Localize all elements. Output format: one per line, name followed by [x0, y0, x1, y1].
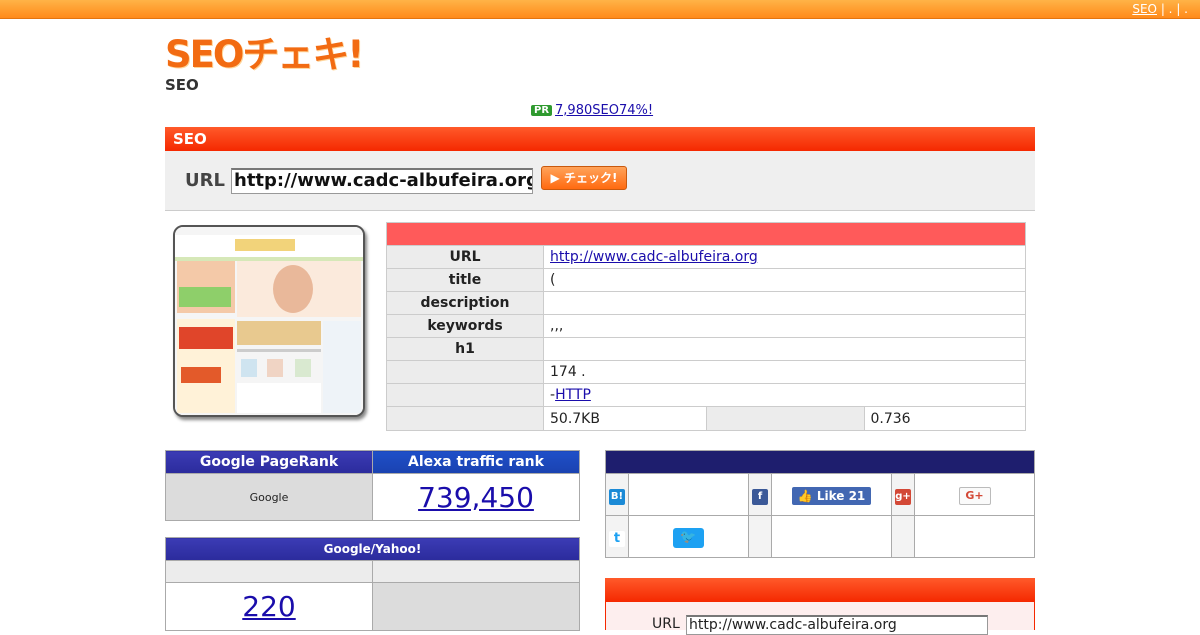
promo: PR 7,980SEO74%!: [531, 103, 653, 118]
pagerank-header: Google PageRank: [165, 450, 373, 474]
index-table: Google/Yahoo! 220: [165, 537, 580, 631]
time-subtable: 0.736: [707, 407, 1025, 430]
info-value-title: (: [543, 268, 1026, 292]
info-header: [386, 222, 1026, 246]
social-empty-4: [914, 515, 1035, 558]
url-label: URL: [185, 170, 225, 191]
info-label-url: URL: [386, 245, 544, 269]
tweet-button[interactable]: 🐦: [673, 527, 704, 548]
index-header: Google/Yahoo!: [165, 537, 580, 561]
alexa-rank-link[interactable]: 739,450: [418, 481, 534, 514]
info-row-url: URL http://www.cadc-albufeira.org: [386, 245, 1026, 269]
thumbnail-image: [175, 227, 363, 415]
info-value-size: 50.7KB: [543, 406, 707, 431]
info-row-7: -HTTP: [386, 383, 1026, 407]
hatena-count: [628, 473, 749, 516]
logo-subtitle: SEO: [165, 76, 199, 94]
info-url-link[interactable]: http://www.cadc-albufeira.org: [550, 249, 758, 265]
gplus-icon-cell: g+: [891, 473, 915, 516]
url-check-panel: URL http://www.cadc-albufeira.org ▶ チェック…: [165, 151, 1035, 211]
promo-link[interactable]: 7,980SEO74%!: [555, 103, 653, 118]
top-bar: SEO | . | .: [0, 0, 1200, 19]
info-http-link[interactable]: HTTP: [555, 387, 591, 403]
google-index-cell: 220: [165, 582, 373, 631]
facebook-like-cell: 👍 Like 21: [771, 473, 892, 516]
pagerank-value: Google: [165, 473, 373, 521]
bottom-url-input[interactable]: http://www.cadc-albufeira.org: [686, 615, 988, 635]
rank-table: Google PageRank Alexa traffic rank Googl…: [165, 450, 580, 521]
twitter-icon: t: [609, 530, 625, 547]
social-empty-1: [748, 515, 772, 558]
alexa-value-cell: 739,450: [372, 473, 580, 521]
info-label-8: [386, 406, 544, 431]
time-label: [707, 407, 865, 430]
info-label-keywords: keywords: [386, 314, 544, 338]
index-sub-yahoo: [372, 560, 580, 583]
info-value-description: [543, 291, 1026, 315]
social-header-row: [605, 450, 1035, 474]
info-label-h1: h1: [386, 337, 544, 361]
page-info-table: URL http://www.cadc-albufeira.org title …: [386, 222, 1026, 431]
info-label-title: title: [386, 268, 544, 292]
check-button-label: チェック!: [563, 171, 618, 185]
yahoo-index-cell: [372, 582, 580, 631]
hatena-icon: B!: [609, 489, 625, 505]
social-header: [605, 450, 1035, 474]
gplus-icon: g+: [895, 489, 911, 505]
top-link-separators[interactable]: | . | .: [1161, 2, 1188, 16]
like-label: Like 21: [816, 488, 866, 503]
info-row-title: title (: [386, 268, 1026, 292]
info-label-6: [386, 360, 544, 384]
info-label-7: [386, 383, 544, 407]
facebook-like-button[interactable]: 👍 Like 21: [791, 486, 872, 505]
info-value-h1: [543, 337, 1026, 361]
info-value-6: 174 .: [543, 360, 1026, 384]
pr-badge: PR: [531, 105, 553, 116]
info-value-url: http://www.cadc-albufeira.org: [543, 245, 1026, 269]
seo-section-header: SEO: [165, 127, 1035, 151]
alexa-header: Alexa traffic rank: [372, 450, 580, 474]
time-value: 0.736: [870, 410, 911, 427]
check-button[interactable]: ▶ チェック!: [541, 166, 627, 190]
twitter-button-cell: 🐦: [628, 515, 749, 558]
info-row-8: 50.7KB 0.736: [386, 406, 1026, 431]
info-row-6: 174 .: [386, 360, 1026, 384]
twitter-icon-cell: t: [605, 515, 629, 558]
info-value-time: 0.736: [706, 406, 1026, 431]
google-index-link[interactable]: 220: [242, 590, 295, 623]
info-row-h1: h1: [386, 337, 1026, 361]
social-table: B! f 👍 Like 21 g+ G+ t 🐦: [605, 450, 1035, 558]
facebook-icon: f: [752, 489, 768, 505]
info-row-description: description: [386, 291, 1026, 315]
top-links: SEO | . | .: [1132, 2, 1188, 16]
info-header-row: [386, 222, 1026, 246]
info-value-7: -HTTP: [543, 383, 1026, 407]
social-empty-2: [771, 515, 892, 558]
hatena-icon-cell: B!: [605, 473, 629, 516]
index-sub-google: [165, 560, 373, 583]
social-empty-3: [891, 515, 915, 558]
facebook-icon-cell: f: [748, 473, 772, 516]
info-row-keywords: keywords ,,,: [386, 314, 1026, 338]
gplus-button-cell: G+: [914, 473, 1035, 516]
site-logo[interactable]: SEOチェキ!: [165, 36, 364, 73]
site-thumbnail: [173, 225, 365, 417]
top-link-seo[interactable]: SEO: [1132, 2, 1157, 16]
info-label-description: description: [386, 291, 544, 315]
bottom-url-panel: URL http://www.cadc-albufeira.org: [605, 602, 1035, 635]
url-input[interactable]: http://www.cadc-albufeira.org: [231, 168, 533, 194]
gplus-button[interactable]: G+: [958, 487, 991, 505]
bottom-section-header: [605, 578, 1035, 602]
info-value-keywords: ,,,: [543, 314, 1026, 338]
